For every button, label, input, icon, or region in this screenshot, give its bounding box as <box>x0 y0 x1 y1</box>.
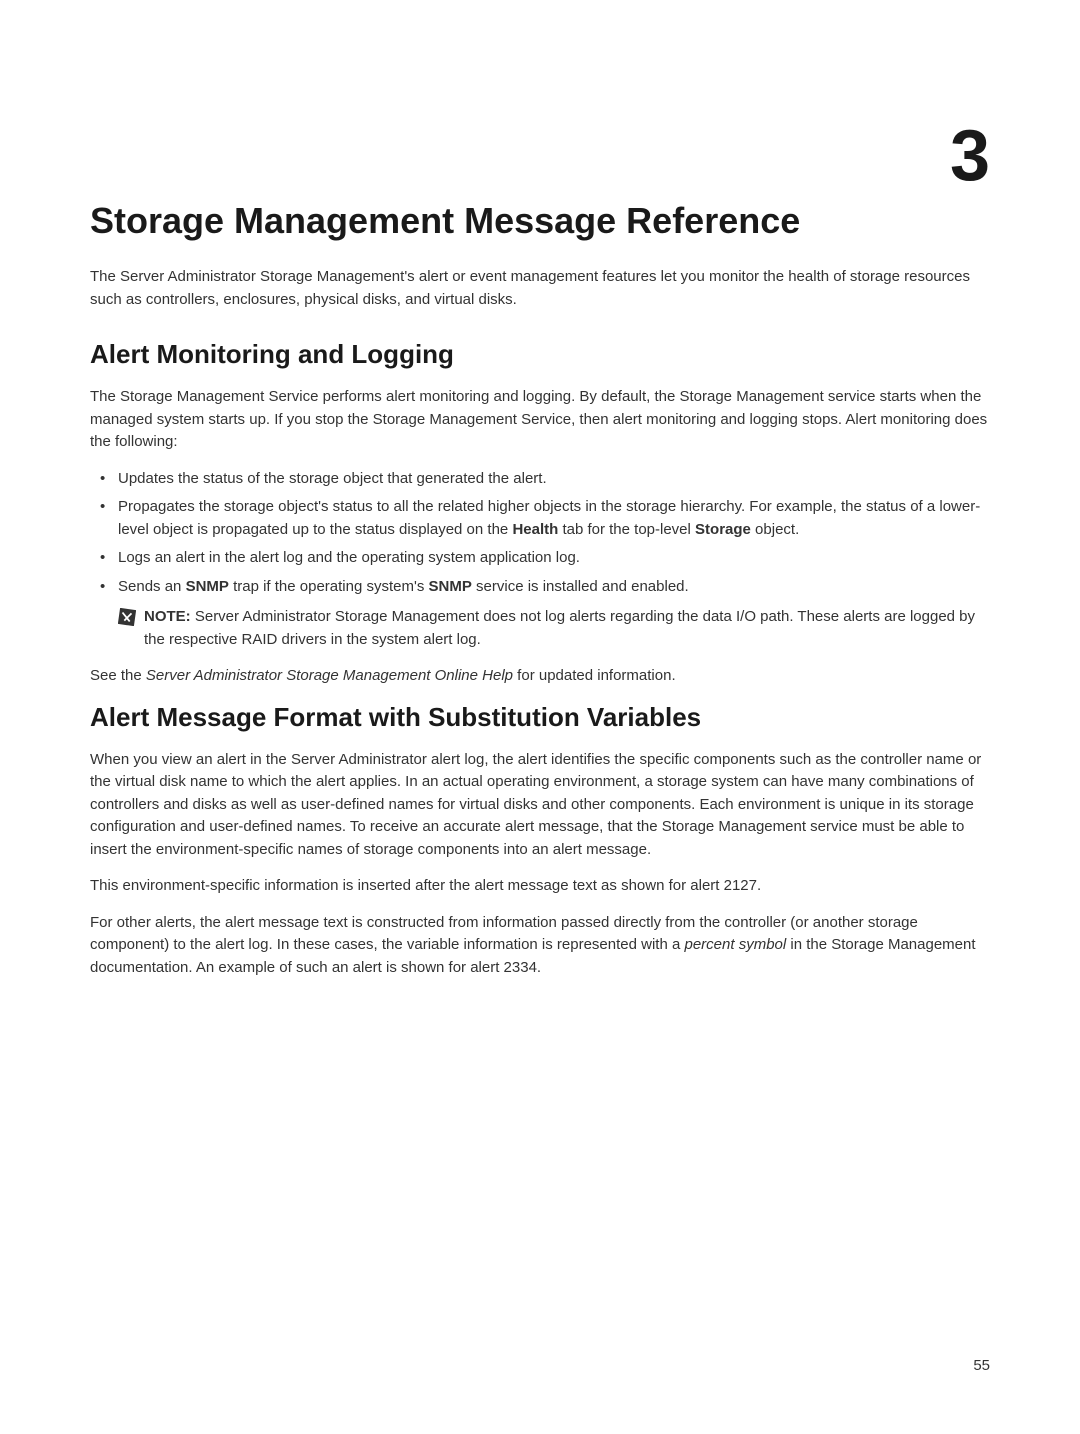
list-text: Sends an <box>118 578 186 595</box>
list-text: tab for the top-level <box>558 521 695 538</box>
see-pre: See the <box>90 667 146 684</box>
note-block: NOTE: Server Administrator Storage Manag… <box>90 606 990 651</box>
list-text: object. <box>751 521 799 538</box>
section2-p3: For other alerts, the alert message text… <box>90 912 990 980</box>
note-body: Server Administrator Storage Management … <box>144 608 975 648</box>
see-reference: See the Server Administrator Storage Man… <box>90 665 990 688</box>
note-text: NOTE: Server Administrator Storage Manag… <box>144 606 990 651</box>
section2-p2: This environment-specific information is… <box>90 875 990 898</box>
section-title-alert-message-format: Alert Message Format with Substitution V… <box>90 702 990 733</box>
list-text: service is installed and enabled. <box>472 578 689 595</box>
see-italic: Server Administrator Storage Management … <box>146 667 513 684</box>
chapter-title: Storage Management Message Reference <box>90 200 990 242</box>
section-title-alert-monitoring: Alert Monitoring and Logging <box>90 339 990 370</box>
p3-italic: percent symbol <box>685 936 787 953</box>
list-item: Sends an SNMP trap if the operating syst… <box>90 576 990 599</box>
bold-text: Storage <box>695 521 751 538</box>
bold-text: Health <box>512 521 558 538</box>
section2-p1: When you view an alert in the Server Adm… <box>90 749 990 862</box>
bullet-list: Updates the status of the storage object… <box>90 468 990 599</box>
intro-paragraph: The Server Administrator Storage Managem… <box>90 266 990 311</box>
list-item: Logs an alert in the alert log and the o… <box>90 547 990 570</box>
note-label: NOTE: <box>144 608 195 625</box>
note-icon <box>118 608 136 631</box>
page-number: 55 <box>973 1357 990 1374</box>
chapter-number: 3 <box>90 120 990 192</box>
list-text: trap if the operating system's <box>229 578 429 595</box>
bold-text: SNMP <box>429 578 472 595</box>
list-item: Propagates the storage object's status t… <box>90 496 990 541</box>
section1-body: The Storage Management Service performs … <box>90 386 990 454</box>
list-item: Updates the status of the storage object… <box>90 468 990 491</box>
see-post: for updated information. <box>513 667 676 684</box>
bold-text: SNMP <box>186 578 229 595</box>
